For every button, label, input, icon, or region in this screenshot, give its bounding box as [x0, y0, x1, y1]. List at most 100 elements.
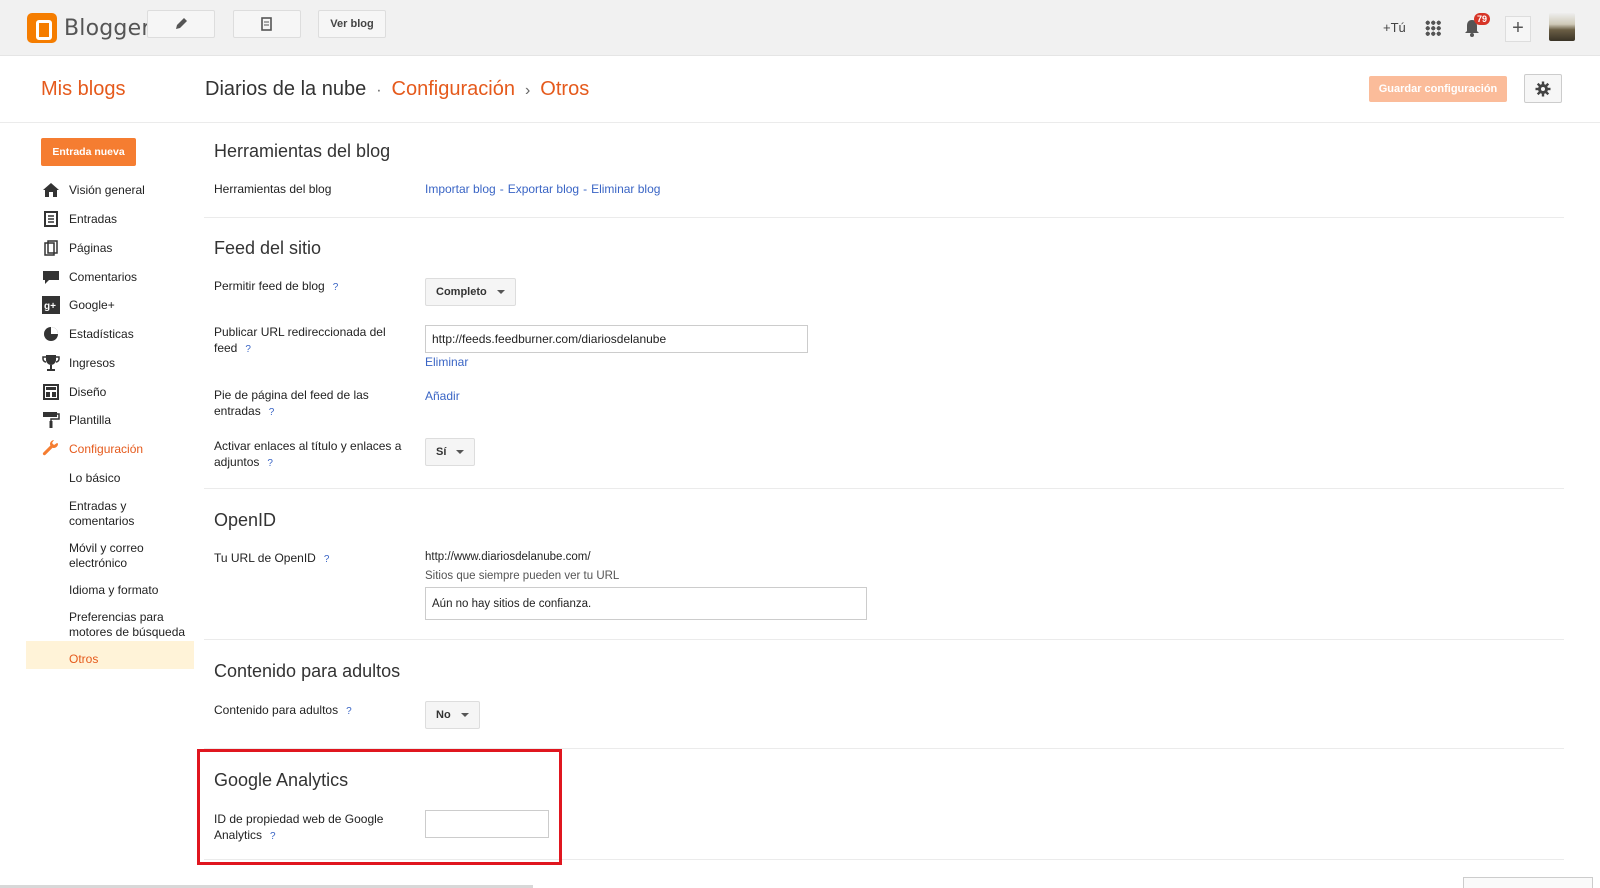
sidebar-item-label: Visión general — [69, 183, 145, 197]
breadcrumb-settings[interactable]: Configuración — [392, 78, 515, 101]
feed-footer-label-text: Pie de página del feed de las entradas — [214, 388, 369, 418]
sidebar-item-overview[interactable]: Visión general — [41, 179, 145, 201]
section-title-openid: OpenID — [214, 510, 277, 530]
delete-blog-link[interactable]: Eliminar blog — [591, 182, 660, 196]
sidebar-item-label: Estadísticas — [69, 327, 134, 341]
sidebar-item-label: Google+ — [69, 298, 115, 312]
sidebar-item-label: Configuración — [69, 442, 144, 456]
chevron-down-icon — [496, 290, 505, 294]
new-post-button[interactable]: Entrada nueva — [41, 138, 136, 166]
stats-icon — [41, 325, 61, 343]
section-title-site-feed: Feed del sitio — [214, 238, 322, 258]
view-blog-button[interactable]: Ver blog — [318, 10, 386, 38]
analytics-highlight-box — [197, 749, 562, 865]
my-blogs-link[interactable]: Mis blogs — [41, 78, 125, 101]
help-icon[interactable]: ? — [346, 706, 352, 717]
adult-content-label-text: Contenido para adultos — [214, 703, 339, 717]
header-divider — [0, 122, 1600, 123]
help-icon[interactable]: ? — [267, 458, 273, 469]
title-links-label: Activar enlaces al título y enlaces a ad… — [214, 439, 404, 471]
openid-label: Tu URL de OpenID? — [214, 551, 404, 568]
notifications-count-badge: 79 — [1474, 13, 1491, 25]
posts-icon — [261, 17, 272, 31]
sidebar-item-label: Ingresos — [69, 356, 116, 370]
adult-content-dropdown[interactable]: No — [425, 701, 480, 729]
top-bar: Blogger Ver blog +Tú 79 + — [0, 0, 1600, 56]
sidebar-item-label: Plantilla — [69, 413, 112, 427]
export-blog-link[interactable]: Exportar blog — [508, 182, 579, 196]
feed-footer-label: Pie de página del feed de las entradas? — [214, 388, 384, 420]
posts-list-button[interactable] — [233, 10, 301, 38]
blog-tools-links: Importar blog - Exportar blog - Eliminar blo… — [425, 182, 660, 196]
help-icon[interactable]: ? — [269, 407, 275, 418]
sidebar-subitem-posts-comments[interactable]: Entradas y comentarios — [69, 499, 169, 529]
breadcrumb-blog-name[interactable]: Diarios de la nube — [205, 78, 366, 101]
sidebar-item-label: Entradas — [69, 212, 118, 226]
breadcrumb-arrow: › — [524, 82, 531, 99]
sidebar-subitem-search-preferences[interactable]: Preferencias para motores de búsqueda — [69, 610, 194, 640]
google-plus-profile-link[interactable]: +Tú — [1383, 20, 1406, 35]
trusted-sites-note: Sitios que siempre pueden ver tu URL — [425, 570, 620, 582]
section-title-adult-content: Contenido para adultos — [214, 661, 401, 681]
openid-label-text: Tu URL de OpenID — [214, 551, 316, 565]
redirect-feed-url-input[interactable]: http://feeds.feedburner.com/diariosdelan… — [425, 325, 808, 353]
svg-text:g+: g+ — [44, 301, 56, 312]
blogger-logo[interactable]: Blogger — [27, 13, 151, 43]
comments-icon — [41, 268, 61, 286]
redirect-feed-label: Publicar URL redireccionada del feed? — [214, 325, 399, 357]
sidebar-item-layout[interactable]: Diseño — [41, 381, 106, 403]
bottom-widget-edge — [1463, 877, 1593, 888]
breadcrumb-current-page: Otros — [540, 78, 590, 100]
help-icon[interactable]: ? — [333, 282, 339, 293]
help-icon[interactable]: ? — [245, 344, 251, 355]
sidebar-subitem-basics[interactable]: Lo básico — [69, 471, 199, 486]
pencil-icon — [176, 18, 187, 29]
trusted-sites-box: Aún no hay sitios de confianza. — [425, 587, 867, 620]
chevron-down-icon — [456, 450, 465, 454]
sidebar-item-stats[interactable]: Estadísticas — [41, 323, 134, 345]
sidebar-item-comments[interactable]: Comentarios — [41, 266, 137, 288]
allow-feed-label-text: Permitir feed de blog — [214, 279, 325, 293]
settings-gear-button[interactable] — [1524, 74, 1562, 103]
allow-feed-dropdown[interactable]: Completo — [425, 278, 516, 306]
sidebar-item-label: Comentarios — [69, 270, 138, 284]
sidebar-item-earnings[interactable]: Ingresos — [41, 352, 115, 374]
title-links-dropdown[interactable]: Sí — [425, 438, 476, 466]
allow-feed-value: Completo — [436, 286, 487, 298]
openid-url: http://www.diariosdelanube.com/ — [425, 551, 591, 563]
share-plus-button[interactable]: + — [1505, 16, 1531, 42]
sidebar-subitem-other[interactable]: Otros — [69, 652, 199, 667]
add-feed-footer-link[interactable]: Añadir — [425, 389, 460, 403]
save-settings-button[interactable]: Guardar configuración — [1369, 76, 1507, 102]
section-divider — [204, 488, 1564, 489]
allow-feed-label: Permitir feed de blog? — [214, 279, 404, 296]
link-separator: - — [583, 182, 588, 196]
adult-content-label: Contenido para adultos? — [214, 703, 404, 720]
remove-redirect-link[interactable]: Eliminar — [425, 355, 468, 369]
redirect-feed-label-text: Publicar URL redireccionada del feed — [214, 325, 386, 355]
section-title-blog-tools: Herramientas del blog — [214, 141, 391, 161]
sidebar-item-pages[interactable]: Páginas — [41, 237, 112, 259]
sidebar-item-googleplus[interactable]: g+ Google+ — [41, 294, 115, 316]
user-avatar[interactable] — [1549, 13, 1575, 41]
link-separator: - — [499, 182, 504, 196]
sidebar-item-posts[interactable]: Entradas — [41, 208, 117, 230]
title-links-value: Sí — [436, 446, 447, 458]
sidebar-subitem-language-format[interactable]: Idioma y formato — [69, 583, 199, 598]
sidebar-item-settings[interactable]: Configuración — [41, 438, 143, 460]
sidebar-item-label: Páginas — [69, 241, 113, 255]
import-blog-link[interactable]: Importar blog — [425, 182, 496, 196]
apps-grid-icon[interactable] — [1425, 20, 1441, 36]
title-links-label-text: Activar enlaces al título y enlaces a ad… — [214, 439, 402, 469]
blogger-icon — [27, 13, 57, 43]
new-post-pencil-button[interactable] — [147, 10, 215, 38]
gear-icon — [1535, 81, 1551, 96]
sidebar-item-template[interactable]: Plantilla — [41, 409, 111, 431]
help-icon[interactable]: ? — [324, 554, 330, 565]
sidebar-item-label: Diseño — [69, 385, 107, 399]
section-divider — [204, 639, 1564, 640]
sidebar-subitem-mobile-email[interactable]: Móvil y correo electrónico — [69, 541, 169, 571]
logo-text: Blogger — [64, 15, 151, 41]
paint-roller-icon — [41, 411, 61, 429]
breadcrumb-separator: · — [376, 82, 382, 99]
